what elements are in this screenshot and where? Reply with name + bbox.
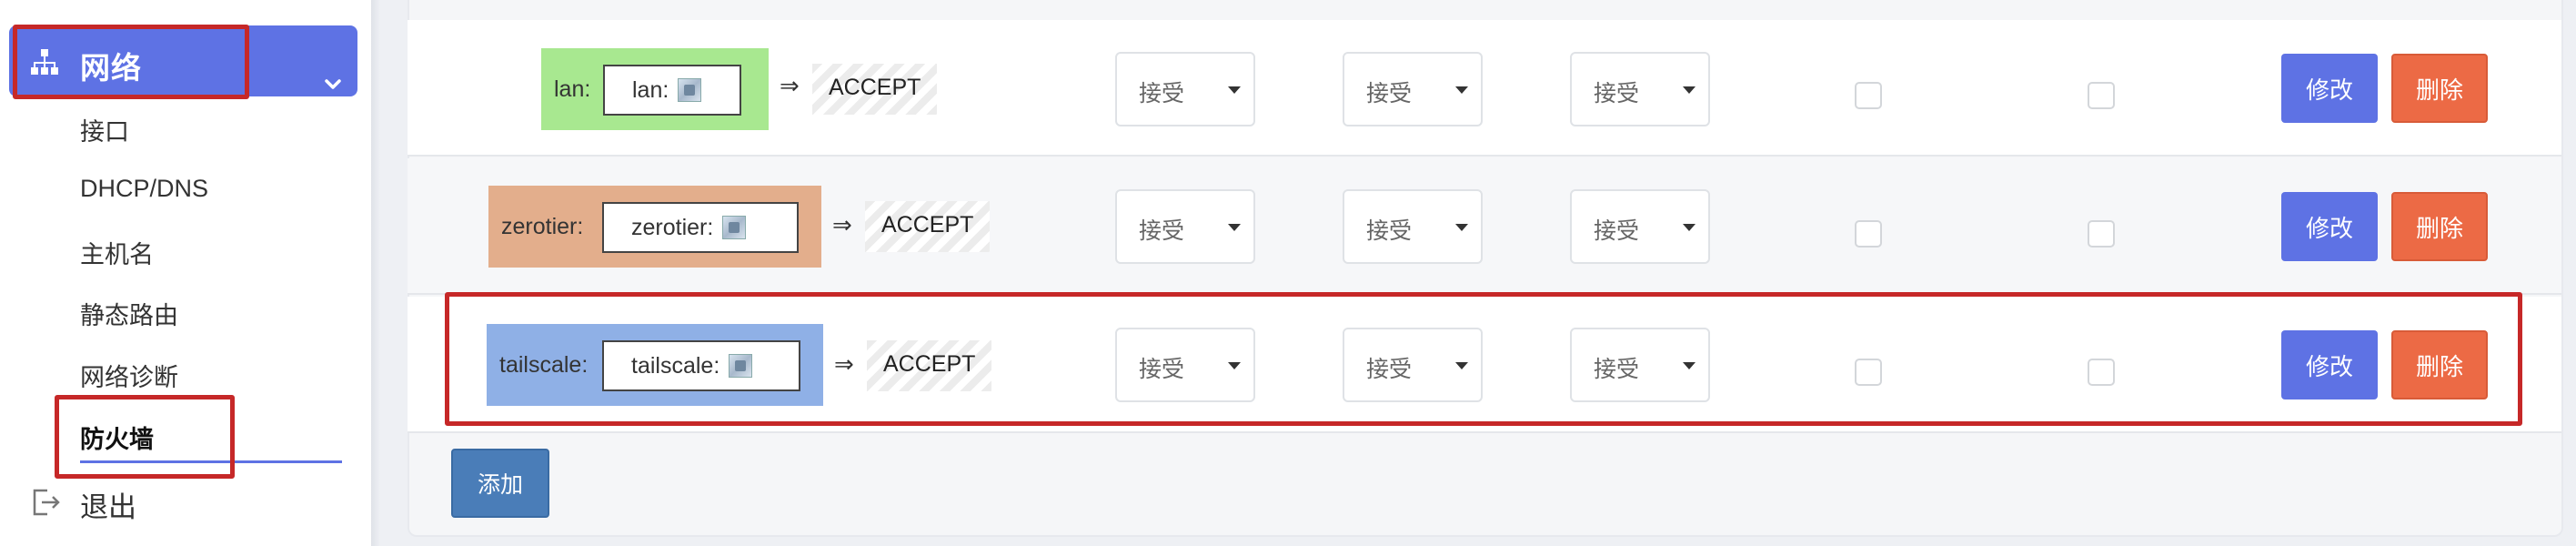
masquerade-checkbox[interactable] bbox=[1855, 82, 1882, 109]
select-value: 接受 bbox=[1366, 81, 1413, 106]
select-value: 接受 bbox=[1139, 81, 1185, 106]
caret-down-icon bbox=[1455, 86, 1468, 94]
zone-network-name: lan: bbox=[632, 76, 669, 103]
arrow-icon: ⇒ bbox=[832, 211, 852, 238]
forward-select[interactable]: 接受 bbox=[1570, 52, 1710, 126]
caret-down-icon bbox=[1683, 224, 1696, 231]
sidebar-item-dhcp-dns[interactable]: DHCP/DNS bbox=[80, 175, 208, 203]
network-image-icon bbox=[722, 216, 747, 239]
select-value: 接受 bbox=[1366, 218, 1413, 244]
delete-button[interactable]: 删除 bbox=[2391, 192, 2488, 261]
sidebar-item-diagnostics[interactable]: 网络诊断 bbox=[80, 358, 178, 393]
highlight-box-firewall bbox=[55, 395, 235, 479]
highlight-box-tailscale-row bbox=[445, 292, 2522, 426]
caret-down-icon bbox=[1683, 86, 1696, 94]
highlight-box-network bbox=[13, 25, 249, 99]
caret-down-icon bbox=[1228, 224, 1241, 231]
zone-label: lan: bbox=[554, 76, 591, 102]
sidebar-shadow bbox=[371, 0, 380, 546]
logout-icon[interactable] bbox=[29, 485, 64, 520]
sidebar-item-logout[interactable]: 退出 bbox=[80, 484, 136, 525]
arrow-icon: ⇒ bbox=[780, 72, 800, 99]
select-value: 接受 bbox=[1594, 218, 1640, 244]
add-zone-button[interactable]: 添加 bbox=[451, 449, 549, 518]
zone-networks-lan: lan: bbox=[603, 65, 741, 116]
sidebar-item-static-routes[interactable]: 静态路由 bbox=[80, 296, 178, 331]
forward-select[interactable]: 接受 bbox=[1570, 189, 1710, 264]
input-select[interactable]: 接受 bbox=[1115, 52, 1255, 126]
edit-button[interactable]: 修改 bbox=[2281, 192, 2378, 261]
forward-policy: ACCEPT bbox=[865, 201, 991, 252]
output-select[interactable]: 接受 bbox=[1343, 52, 1483, 126]
forward-policy: ACCEPT bbox=[812, 64, 938, 115]
app-root: 网络 接口 DHCP/DNS 主机名 静态路由 网络诊断 防火墙 退出 lan:… bbox=[0, 0, 2576, 546]
sidebar-item-interfaces[interactable]: 接口 bbox=[80, 112, 129, 147]
zone-network-name: zerotier: bbox=[631, 214, 714, 240]
mss-clamping-checkbox[interactable] bbox=[2088, 220, 2115, 248]
caret-down-icon bbox=[1455, 224, 1468, 231]
zone-networks-zerotier: zerotier: bbox=[602, 202, 799, 253]
delete-button[interactable]: 删除 bbox=[2391, 54, 2488, 123]
select-value: 接受 bbox=[1139, 218, 1185, 244]
mss-clamping-checkbox[interactable] bbox=[2088, 82, 2115, 109]
sidebar-item-hostnames[interactable]: 主机名 bbox=[80, 235, 154, 270]
zone-badge-zerotier: zerotier: zerotier: bbox=[488, 186, 821, 268]
chevron-down-icon bbox=[325, 79, 341, 89]
network-image-icon bbox=[678, 78, 702, 102]
caret-down-icon bbox=[1228, 86, 1241, 94]
zone-label: zerotier: bbox=[501, 213, 584, 239]
select-value: 接受 bbox=[1594, 81, 1640, 106]
zone-badge-lan: lan: lan: bbox=[541, 48, 769, 130]
output-select[interactable]: 接受 bbox=[1343, 189, 1483, 264]
input-select[interactable]: 接受 bbox=[1115, 189, 1255, 264]
edit-button[interactable]: 修改 bbox=[2281, 54, 2378, 123]
masquerade-checkbox[interactable] bbox=[1855, 220, 1882, 248]
